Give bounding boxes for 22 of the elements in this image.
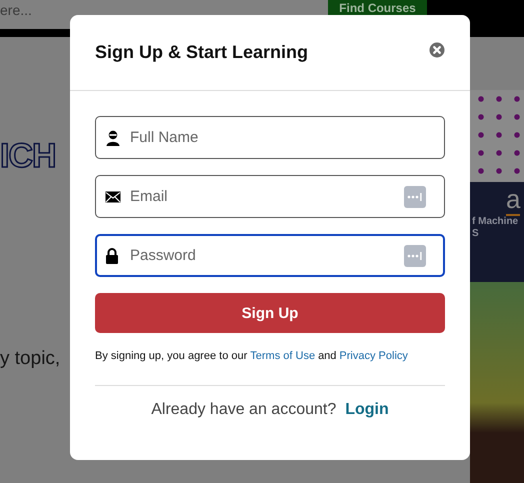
input-field[interactable]: Email (95, 175, 445, 218)
person-icon (105, 130, 121, 146)
promo-logo: a (506, 184, 520, 216)
login-prompt: Already have an account? (151, 401, 336, 419)
promo-text: S (472, 228, 479, 240)
input-field[interactable]: Full Name (95, 116, 445, 159)
promo-text: f Machine (472, 216, 518, 228)
input-field[interactable]: Password (95, 234, 445, 277)
close-icon[interactable] (429, 42, 445, 58)
intro-text: y topic, (0, 348, 62, 370)
password-manager-icon[interactable] (404, 245, 426, 267)
sign-up-button[interactable]: Sign Up (95, 293, 445, 333)
terms-text: and (318, 350, 336, 362)
envelope-icon (105, 190, 121, 202)
terms-text: By signing up, you agree to our (95, 350, 248, 362)
privacy-link[interactable]: Privacy Policy (339, 350, 408, 362)
lock-icon (105, 248, 119, 264)
terms-link[interactable]: Terms of Use (250, 350, 316, 362)
password-manager-icon[interactable] (404, 186, 426, 208)
login-link[interactable]: Login (345, 401, 389, 419)
dialog-title: Sign Up & Start Learning (95, 42, 308, 63)
hero-heading: ICH (0, 137, 57, 176)
